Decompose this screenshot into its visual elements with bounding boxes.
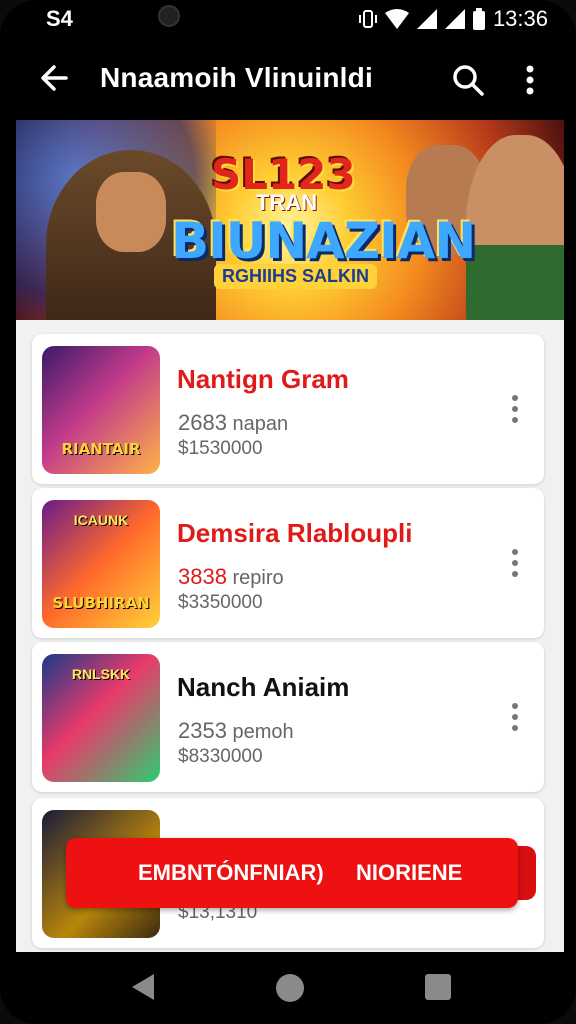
- status-icons: 13:36: [358, 6, 548, 32]
- item-meta-text: napan: [232, 413, 289, 435]
- item-meta-text: pemoh: [232, 721, 294, 743]
- thumbnail-top-text: RNLSKK: [71, 666, 131, 682]
- item-meta: 2353 pemoh: [178, 718, 294, 744]
- vibrate-icon: [358, 10, 377, 28]
- game-thumbnail[interactable]: RIANTAIR: [42, 346, 160, 474]
- app-bar: Nnaamoih Vlinuinldi: [0, 40, 576, 120]
- list-item[interactable]: RNLSKK Nanch Aniaim 2353 pemoh $8330000: [32, 642, 544, 792]
- promo-banner[interactable]: SL123 TRAN BIUNAZIAN RGHIIHS SALKIN: [16, 120, 564, 320]
- list-item[interactable]: RIANTAIR Nantign Gram 2683 napan $1530000: [32, 334, 544, 484]
- nav-recent-icon[interactable]: [425, 974, 451, 1000]
- game-thumbnail[interactable]: RNLSKK: [42, 654, 160, 782]
- status-left-text: S4: [46, 6, 73, 31]
- more-vert-icon[interactable]: [510, 394, 520, 424]
- hero-face-image: [96, 172, 166, 252]
- item-title: Nantign Gram: [177, 364, 349, 394]
- more-vert-icon[interactable]: [510, 548, 520, 578]
- item-price: $3350000: [178, 592, 263, 613]
- status-time: 13:36: [492, 6, 548, 31]
- cta-button[interactable]: EMBNTÓNFNIAR) NIORIENE: [66, 838, 518, 908]
- item-meta-number: 3838: [178, 564, 227, 589]
- phone-screen: S4 13:36 Nnaamoih Vlinuinldi SL123 TRAN …: [0, 0, 576, 1024]
- cta-left-label: EMBNTÓNFNIAR): [138, 860, 324, 885]
- item-meta: 2683 napan: [178, 410, 288, 436]
- more-vert-icon[interactable]: [518, 64, 542, 96]
- item-meta: 3838 repiro: [178, 564, 284, 590]
- battery-icon: [472, 8, 485, 30]
- item-title: Nanch Aniaim: [177, 672, 350, 702]
- cta-right-label: NIORIENE: [356, 860, 463, 885]
- hero-smiling-man-image: [466, 135, 564, 320]
- status-bar: S4 13:36: [0, 0, 576, 36]
- thumbnail-text: RIANTAIR: [61, 440, 141, 458]
- item-meta-text: repiro: [232, 567, 284, 589]
- item-meta-number: 2353: [178, 718, 227, 743]
- front-camera: [158, 5, 180, 27]
- wifi-icon: [384, 9, 409, 29]
- game-thumbnail[interactable]: ICAUNK SLUBHIRAN: [42, 500, 160, 628]
- thumbnail-text: SLUBHIRAN: [52, 594, 150, 612]
- nav-home-icon[interactable]: [276, 974, 304, 1002]
- thumbnail-top-text: ICAUNK: [73, 512, 129, 528]
- signal-icon-2: [444, 9, 465, 29]
- item-meta-number: 2683: [178, 410, 227, 435]
- arrow-left-icon[interactable]: [36, 60, 72, 96]
- item-title: Demsira Rlabloupli: [177, 518, 413, 548]
- list-item[interactable]: ICAUNK SLUBHIRAN Demsira Rlabloupli 3838 re…: [32, 488, 544, 638]
- item-price: $8330000: [178, 746, 263, 767]
- search-icon[interactable]: [452, 64, 484, 96]
- banner-logo-tag: RGHIIHS SALKIN: [214, 264, 378, 289]
- item-price: $1530000: [178, 438, 263, 459]
- page-title: Nnaamoih Vlinuinldi: [100, 62, 373, 93]
- nav-back-icon[interactable]: [130, 972, 156, 1002]
- system-nav-bar: [0, 952, 576, 1024]
- banner-logo-main: BIUNAZIAN: [171, 212, 476, 270]
- signal-icon: [416, 9, 437, 29]
- more-vert-icon[interactable]: [510, 702, 520, 732]
